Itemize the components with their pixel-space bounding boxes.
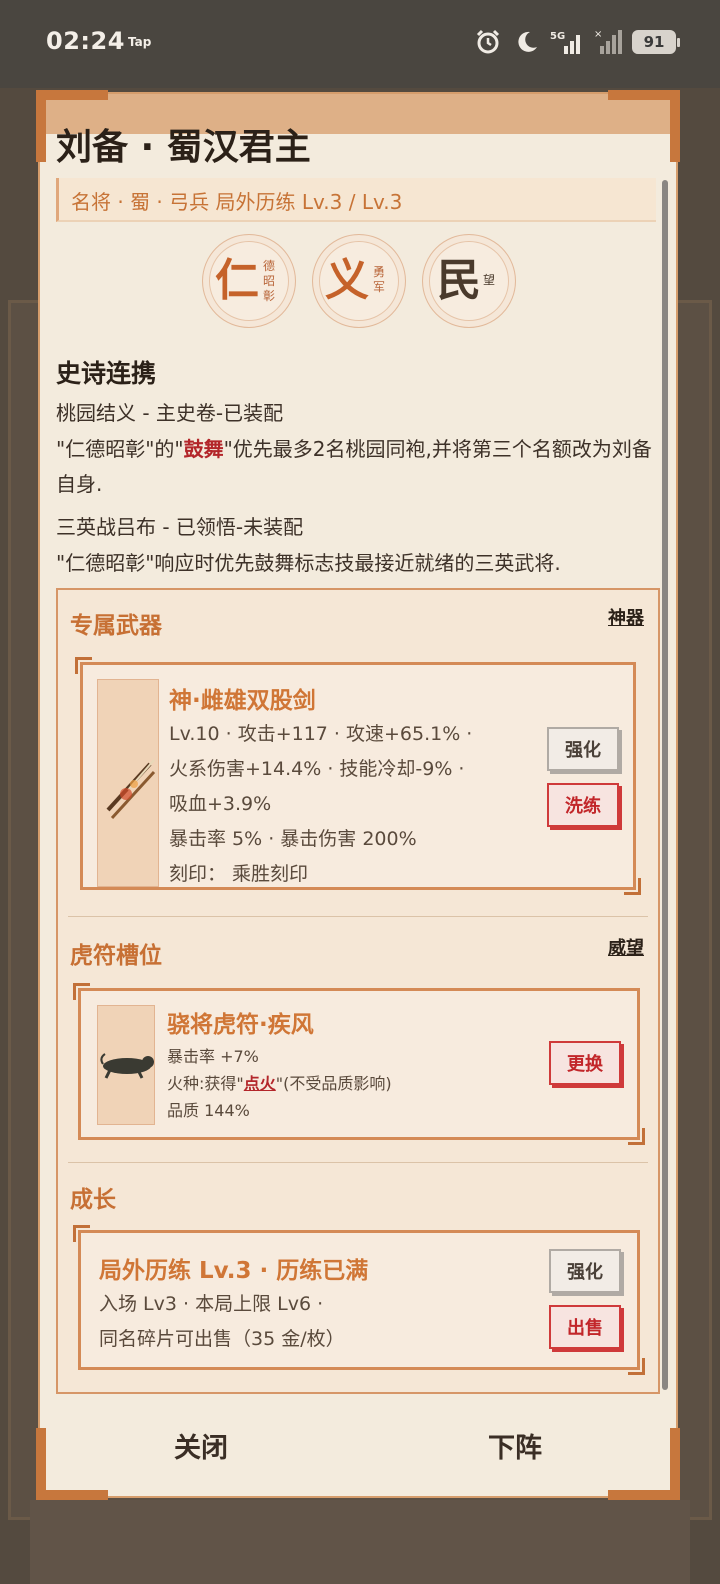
- trait-badges: 仁 德昭彰 义 勇军 民 望: [202, 234, 516, 328]
- growth-title: 局外历练 Lv.3 · 历练已满: [99, 1258, 369, 1284]
- battery-indicator: 91: [632, 30, 680, 54]
- modal-scrollbar[interactable]: [662, 180, 668, 1390]
- weapon-stat-1: Lv.10 · 攻击+117 · 攻速+65.1% ·: [169, 723, 473, 745]
- epic-heading: 史诗连携: [56, 359, 157, 388]
- tiger-stat-2-prefix: 火种:获得": [167, 1074, 244, 1093]
- badge-sub-text: 望: [483, 273, 496, 287]
- tiger-slot[interactable]: [97, 1005, 155, 1125]
- hero-subtitle: 名将 · 蜀 · 弓兵 局外历练 Lv.3 / Lv.3: [56, 178, 656, 222]
- badge-main-char: 仁: [215, 255, 259, 306]
- weapon-name: 神·雌雄双股剑: [169, 688, 316, 714]
- tiger-stat-3: 品质 144%: [167, 1101, 250, 1120]
- growth-card: 局外历练 Lv.3 · 历练已满 入场 Lv3 · 本局上限 Lv6 · 同名碎…: [73, 1225, 645, 1375]
- tiger-stat-1: 暴击率 +7%: [167, 1047, 259, 1066]
- epic-2-desc: "仁德昭彰"响应时优先鼓舞标志技最接近就绪的三英武将.: [56, 551, 561, 575]
- frame-corner: [608, 90, 680, 162]
- section-divider: [68, 1162, 648, 1163]
- epic-1-desc-highlight: 鼓舞: [183, 437, 224, 461]
- status-time: 02:24: [46, 27, 125, 55]
- hero-title: 刘备 · 蜀汉君主: [56, 127, 311, 168]
- badge-sub-text: 德昭彰: [263, 259, 276, 303]
- weapon-stat-2: 火系伤害+14.4% · 技能冷却-9% ·: [169, 758, 465, 780]
- weapon-stat-4: 暴击率 5% · 暴击伤害 200%: [169, 828, 417, 850]
- tap-indicator: Tap: [128, 35, 152, 49]
- tiger-heading: 虎符槽位: [70, 943, 162, 969]
- epic-1-desc-prefix: "仁德昭彰"的": [56, 437, 184, 461]
- weapon-stat-3: 吸血+3.9%: [169, 793, 272, 815]
- moon-icon: [518, 31, 537, 52]
- ignite-link[interactable]: 点火: [244, 1074, 276, 1093]
- status-icons: 5G × 91: [474, 28, 680, 56]
- badge-main-char: 民: [437, 255, 481, 306]
- epic-1-desc: "仁德昭彰"的"鼓舞"优先最多2名桃园同袍,并将第三个名额改为刘备自身.: [56, 432, 662, 502]
- sell-shards-button[interactable]: 出售: [549, 1305, 621, 1349]
- signal-5g-icon: 5G: [550, 31, 580, 54]
- replace-tiger-button[interactable]: 更换: [549, 1041, 621, 1085]
- svg-text:×: ×: [594, 29, 602, 40]
- close-button[interactable]: 关闭: [174, 1426, 228, 1465]
- badge-sub-text: 勇军: [373, 265, 386, 294]
- artifact-link[interactable]: 神器: [608, 604, 644, 630]
- badge-main-char: 义: [325, 255, 369, 306]
- tiger-stat-2: 火种:获得"点火"(不受品质影响): [167, 1070, 392, 1097]
- weapon-card: 神·雌雄双股剑 Lv.10 · 攻击+117 · 攻速+65.1% · 火系伤害…: [75, 657, 641, 895]
- tiger-name: 骁将虎符·疾风: [167, 1012, 314, 1038]
- status-bar: 02:24 Tap 5G × 91: [0, 0, 720, 88]
- hero-detail-modal: 刘备 · 蜀汉君主 名将 · 蜀 · 弓兵 局外历练 Lv.3 / Lv.3 仁…: [36, 90, 680, 1500]
- trait-badge-min[interactable]: 民 望: [422, 234, 516, 328]
- prestige-link[interactable]: 威望: [608, 934, 644, 960]
- growth-heading: 成长: [70, 1187, 116, 1213]
- alarm-icon: [476, 29, 500, 54]
- weapon-slot[interactable]: [97, 679, 159, 887]
- frame-corner: [36, 1428, 108, 1500]
- twin-swords-icon: [106, 759, 156, 820]
- trait-badge-yi[interactable]: 义 勇军: [312, 234, 406, 328]
- tiger-card: 骁将虎符·疾风 暴击率 +7% 火种:获得"点火"(不受品质影响) 品质 144…: [73, 983, 645, 1145]
- growth-line-1: 入场 Lv3 · 本局上限 Lv6 ·: [99, 1293, 324, 1315]
- section-divider: [68, 916, 648, 917]
- growth-line-2: 同名碎片可出售（35 金/枚）: [99, 1328, 345, 1350]
- frame-corner: [608, 1428, 680, 1500]
- tiger-icon: [100, 1053, 154, 1079]
- epic-2-title: 三英战吕布 - 已领悟-未装配: [56, 515, 304, 539]
- equipment-sections: 专属武器 神器 神·雌雄双股剑 Lv.10 · 攻击+117 · 攻速+65.1…: [56, 588, 660, 1394]
- unassign-button[interactable]: 下阵: [488, 1426, 542, 1465]
- tiger-stat-2-suffix: "(不受品质影响): [275, 1074, 392, 1093]
- svg-text:5G: 5G: [550, 31, 565, 42]
- signal-icon: ×: [594, 29, 622, 54]
- weapon-stat-5: 刻印： 乘胜刻印: [169, 863, 309, 885]
- trait-badge-ren[interactable]: 仁 德昭彰: [202, 234, 296, 328]
- upgrade-growth-button[interactable]: 强化: [549, 1249, 621, 1293]
- reroll-weapon-button[interactable]: 洗练: [547, 783, 619, 827]
- upgrade-weapon-button[interactable]: 强化: [547, 727, 619, 771]
- epic-1-title: 桃园结义 - 主史卷-已装配: [56, 401, 284, 425]
- game-unit-bar: [30, 1500, 690, 1584]
- weapon-heading: 专属武器: [70, 613, 162, 639]
